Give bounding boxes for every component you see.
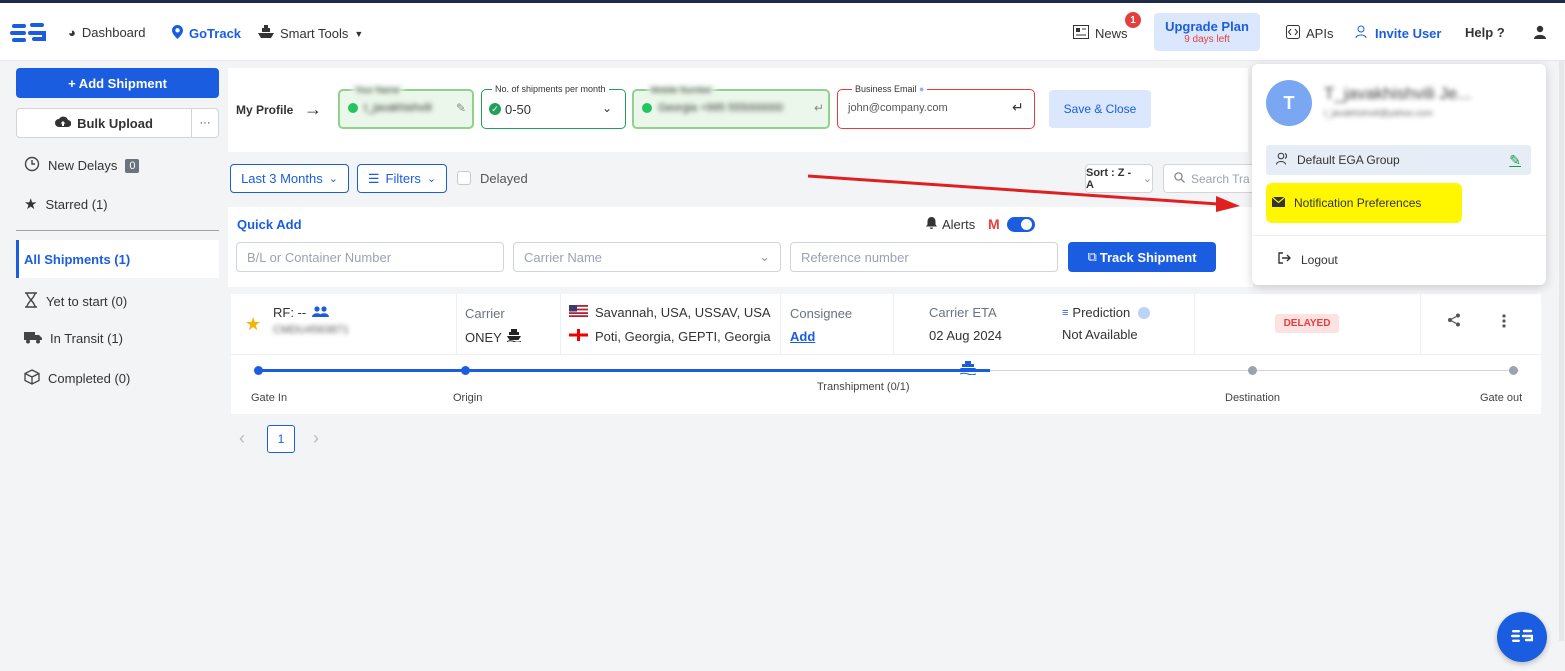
group-selector[interactable]: Default EGA Group ✎: [1266, 145, 1531, 175]
envelope-icon: [1271, 196, 1286, 210]
scrollbar[interactable]: [1558, 61, 1565, 671]
avatar: T: [1266, 80, 1312, 126]
user-email: t_javakhishvili@yahoo.com: [1324, 108, 1433, 118]
user-name: T_javakhishvili Je...: [1324, 84, 1472, 103]
brand-logo-icon: [1511, 629, 1534, 646]
floating-chat-button[interactable]: [1497, 612, 1547, 662]
user-menu-popup: T T_javakhishvili Je... t_javakhishvili@…: [1252, 64, 1546, 285]
logout-icon: [1278, 252, 1291, 267]
popup-divider: [1252, 235, 1546, 236]
logout-item[interactable]: Logout: [1278, 252, 1338, 267]
edit-pencil-icon[interactable]: ✎: [1509, 152, 1521, 169]
scrollbar-thumb[interactable]: [1559, 61, 1564, 641]
notification-preferences-item[interactable]: Notification Preferences: [1266, 183, 1462, 223]
user-group-icon: [1276, 152, 1289, 168]
